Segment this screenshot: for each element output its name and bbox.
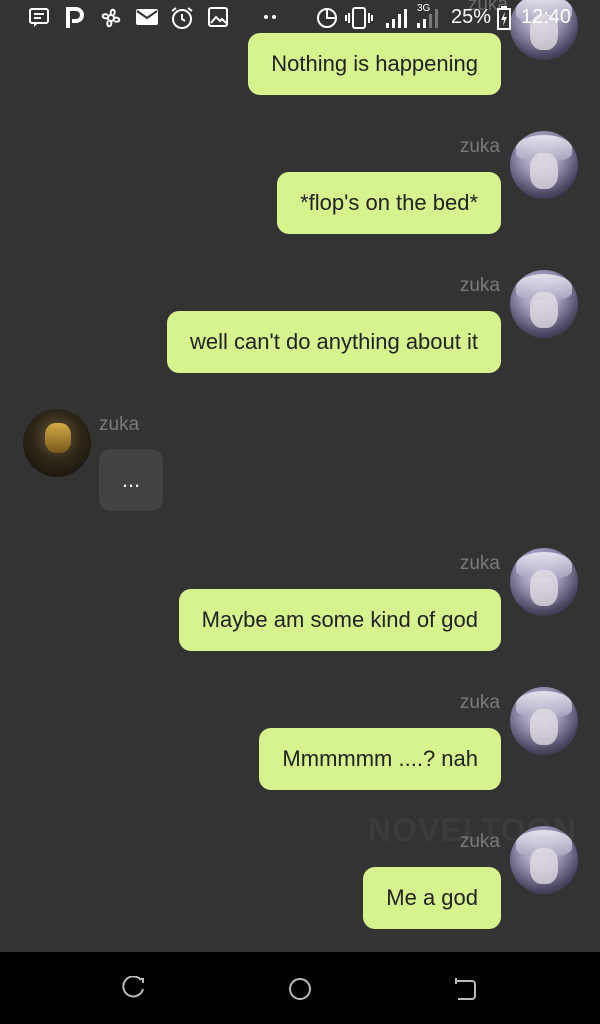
sender-name: zuka bbox=[459, 275, 500, 296]
clock: 12:40 bbox=[521, 6, 572, 28]
data-saver-icon bbox=[317, 8, 337, 28]
message-icon bbox=[29, 8, 49, 27]
status-bar: 3G 25% 12:40 bbox=[0, 0, 600, 36]
message-bubble[interactable]: Mmmmmm ....? nah bbox=[259, 728, 501, 790]
signal-icon bbox=[386, 9, 407, 28]
navigation-bar bbox=[0, 952, 600, 1024]
message-bubble[interactable]: well can't do anything about it bbox=[167, 311, 501, 373]
mail-icon bbox=[136, 9, 158, 25]
avatar[interactable] bbox=[23, 409, 91, 477]
sender-name: zuka bbox=[459, 553, 500, 574]
battery-percent: 25% bbox=[451, 6, 492, 28]
battery-charging-icon bbox=[497, 6, 511, 30]
sender-name: zuka bbox=[99, 414, 140, 435]
alarm-icon bbox=[171, 7, 193, 29]
sender-name: zuka bbox=[459, 136, 500, 157]
message-bubble[interactable]: Nothing is happening bbox=[248, 33, 501, 95]
sender-name: zuka bbox=[459, 692, 500, 713]
image-icon bbox=[208, 7, 228, 27]
p-icon bbox=[66, 7, 84, 28]
chat-area[interactable]: zuka Nothing is happening zuka *flop's o… bbox=[0, 0, 600, 952]
signal-3g-icon bbox=[417, 9, 438, 28]
avatar[interactable] bbox=[510, 826, 578, 894]
back-icon[interactable] bbox=[452, 976, 478, 1002]
avatar[interactable] bbox=[510, 548, 578, 616]
message-bubble[interactable]: Me a god bbox=[363, 867, 501, 929]
more-dots-icon bbox=[264, 15, 276, 19]
avatar[interactable] bbox=[510, 270, 578, 338]
message-bubble[interactable]: ... bbox=[99, 449, 163, 511]
message-bubble[interactable]: Maybe am some kind of god bbox=[178, 589, 501, 651]
avatar[interactable] bbox=[510, 687, 578, 755]
avatar[interactable] bbox=[510, 131, 578, 199]
message-bubble[interactable]: *flop's on the bed* bbox=[277, 172, 501, 234]
vibrate-icon bbox=[345, 7, 373, 29]
sender-name: zuka bbox=[459, 831, 500, 852]
pinwheel-icon bbox=[101, 8, 121, 28]
recent-apps-icon[interactable] bbox=[121, 976, 147, 1002]
home-icon[interactable] bbox=[287, 976, 313, 1002]
